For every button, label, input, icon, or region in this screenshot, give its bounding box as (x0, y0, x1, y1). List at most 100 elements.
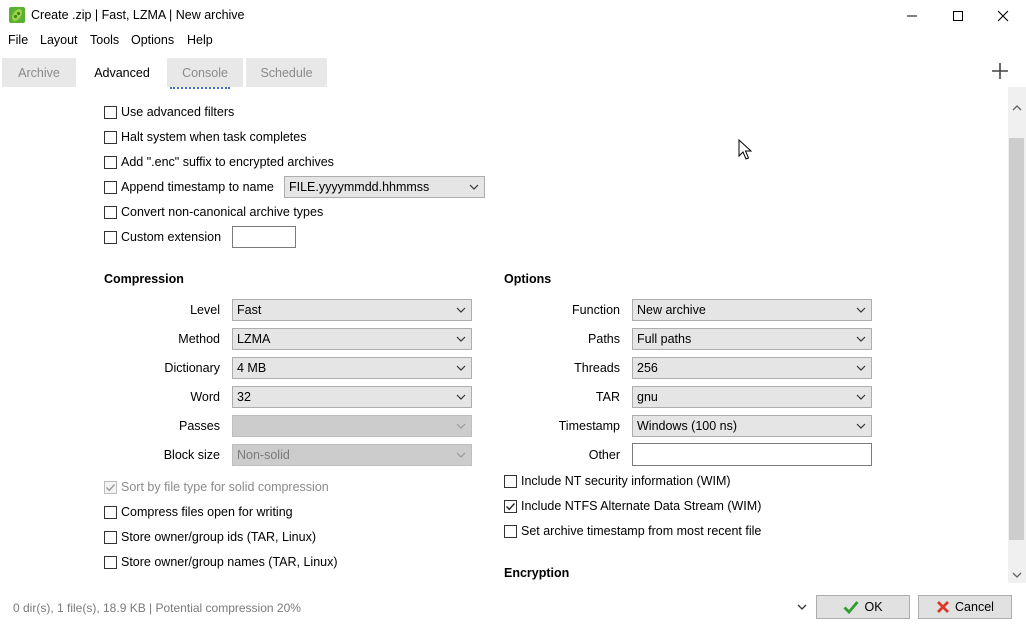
custom-extension-label: Custom extension (121, 230, 222, 244)
dictionary-label: Dictionary (164, 361, 220, 375)
use-advanced-filters-checkbox[interactable]: Use advanced filters (104, 103, 234, 121)
scroll-down-icon[interactable] (1012, 571, 1022, 579)
menu-options[interactable]: Options (131, 33, 174, 47)
word-select[interactable]: 32 (232, 386, 472, 408)
custom-extension-input[interactable] (232, 226, 296, 248)
checkbox-box[interactable] (104, 205, 117, 219)
tab-archive[interactable]: Archive (2, 58, 76, 87)
chevron-down-icon (856, 336, 866, 342)
paths-label: Paths (588, 332, 620, 346)
scrollbar-thumb[interactable] (1009, 138, 1024, 540)
tab-advanced[interactable]: Advanced (79, 58, 165, 87)
tab-console[interactable]: Console (167, 58, 243, 87)
checkbox-box[interactable] (104, 530, 117, 544)
threads-select[interactable]: 256 (632, 357, 872, 379)
checkmark-icon (106, 483, 116, 491)
cancel-x-icon (937, 601, 950, 613)
checkbox-box[interactable] (104, 555, 117, 569)
sort-by-type-checkbox: Sort by file type for solid compression (104, 478, 329, 496)
menu-layout[interactable]: Layout (40, 33, 78, 47)
nt-security-checkbox[interactable]: Include NT security information (WIM) (504, 472, 731, 490)
convert-noncanonical-checkbox[interactable]: Convert non-canonical archive types (104, 203, 323, 221)
timestamp-format-select[interactable]: FILE.yyyymmdd.hhmmss (284, 176, 485, 198)
dictionary-select[interactable]: 4 MB (232, 357, 472, 379)
checkbox-box[interactable] (104, 505, 117, 519)
level-value: Fast (237, 303, 262, 317)
ntfs-ads-checkbox[interactable]: Include NTFS Alternate Data Stream (WIM) (504, 497, 761, 515)
halt-system-checkbox[interactable]: Halt system when task completes (104, 128, 307, 146)
close-icon (997, 10, 1009, 21)
checkbox-box[interactable] (104, 105, 117, 119)
options-heading: Options (504, 272, 552, 286)
word-value: 32 (237, 390, 251, 404)
window-title: Create .zip | Fast, LZMA | New archive (31, 8, 245, 22)
method-select[interactable]: LZMA (232, 328, 472, 350)
menu-help[interactable]: Help (187, 33, 213, 47)
paths-value: Full paths (637, 332, 692, 346)
maximize-button[interactable] (935, 0, 981, 31)
halt-system-label: Halt system when task completes (121, 130, 307, 144)
chevron-down-icon (856, 423, 866, 429)
add-enc-suffix-label: Add ".enc" suffix to encrypted archives (121, 155, 334, 169)
menu-bar: File Layout Tools Options Help (0, 31, 1026, 51)
add-tab-icon[interactable] (988, 59, 1012, 83)
function-select[interactable]: New archive (632, 299, 872, 321)
ok-button-label: OK (864, 600, 883, 614)
set-archive-timestamp-label: Set archive timestamp from most recent f… (521, 524, 762, 538)
checkbox-box[interactable] (104, 230, 117, 244)
cancel-button[interactable]: Cancel (918, 595, 1012, 619)
level-label: Level (190, 303, 220, 317)
set-archive-timestamp-checkbox[interactable]: Set archive timestamp from most recent f… (504, 522, 761, 540)
sort-by-type-label: Sort by file type for solid compression (121, 480, 329, 494)
store-owner-ids-label: Store owner/group ids (TAR, Linux) (121, 530, 316, 544)
minimize-button[interactable] (889, 0, 935, 31)
tar-select[interactable]: gnu (632, 386, 872, 408)
checkmark-icon (843, 601, 860, 614)
other-label: Other (588, 448, 620, 462)
checkmark-icon (506, 502, 516, 510)
menu-file[interactable]: File (8, 33, 28, 47)
passes-select (232, 415, 472, 437)
cancel-button-label: Cancel (955, 600, 994, 614)
checkbox-box[interactable] (504, 474, 517, 488)
add-enc-suffix-checkbox[interactable]: Add ".enc" suffix to encrypted archives (104, 153, 334, 171)
timestamp-select[interactable]: Windows (100 ns) (632, 415, 872, 437)
function-value: New archive (637, 303, 706, 317)
convert-noncanonical-label: Convert non-canonical archive types (121, 205, 324, 219)
compress-open-files-checkbox[interactable]: Compress files open for writing (104, 503, 293, 521)
tab-schedule[interactable]: Schedule (246, 58, 327, 87)
checkbox-box (104, 480, 117, 494)
scroll-up-icon[interactable] (1012, 104, 1022, 112)
function-label: Function (572, 303, 620, 317)
checkbox-box[interactable] (504, 499, 517, 513)
level-select[interactable]: Fast (232, 299, 472, 321)
status-text: 0 dir(s), 1 file(s), 18.9 KB | Potential… (13, 601, 301, 615)
other-input[interactable] (632, 443, 872, 466)
append-timestamp-checkbox[interactable]: Append timestamp to name (104, 178, 274, 196)
compression-heading: Compression (104, 272, 184, 286)
tar-value: gnu (637, 390, 658, 404)
store-owner-ids-checkbox[interactable]: Store owner/group ids (TAR, Linux) (104, 528, 316, 546)
block-size-value: Non-solid (237, 448, 290, 462)
append-timestamp-label: Append timestamp to name (121, 180, 274, 194)
close-window-button[interactable] (980, 0, 1026, 31)
checkbox-box[interactable] (104, 155, 117, 169)
nt-security-label: Include NT security information (WIM) (521, 474, 731, 488)
ok-button[interactable]: OK (816, 595, 910, 619)
method-value: LZMA (237, 332, 271, 346)
tar-label: TAR (595, 390, 620, 404)
passes-label: Passes (179, 419, 220, 433)
chevron-down-icon (456, 307, 466, 313)
store-owner-names-checkbox[interactable]: Store owner/group names (TAR, Linux) (104, 553, 338, 571)
chevron-down-icon[interactable] (797, 603, 807, 611)
menu-tools[interactable]: Tools (90, 33, 119, 47)
paths-select[interactable]: Full paths (632, 328, 872, 350)
word-label: Word (190, 390, 220, 404)
timestamp-format-value: FILE.yyyymmdd.hhmmss (289, 180, 430, 194)
custom-extension-checkbox[interactable]: Custom extension (104, 228, 221, 246)
checkbox-box[interactable] (104, 180, 117, 194)
maximize-icon (953, 10, 963, 21)
checkbox-box[interactable] (504, 524, 517, 538)
checkbox-box[interactable] (104, 130, 117, 144)
chevron-down-icon (456, 452, 466, 458)
